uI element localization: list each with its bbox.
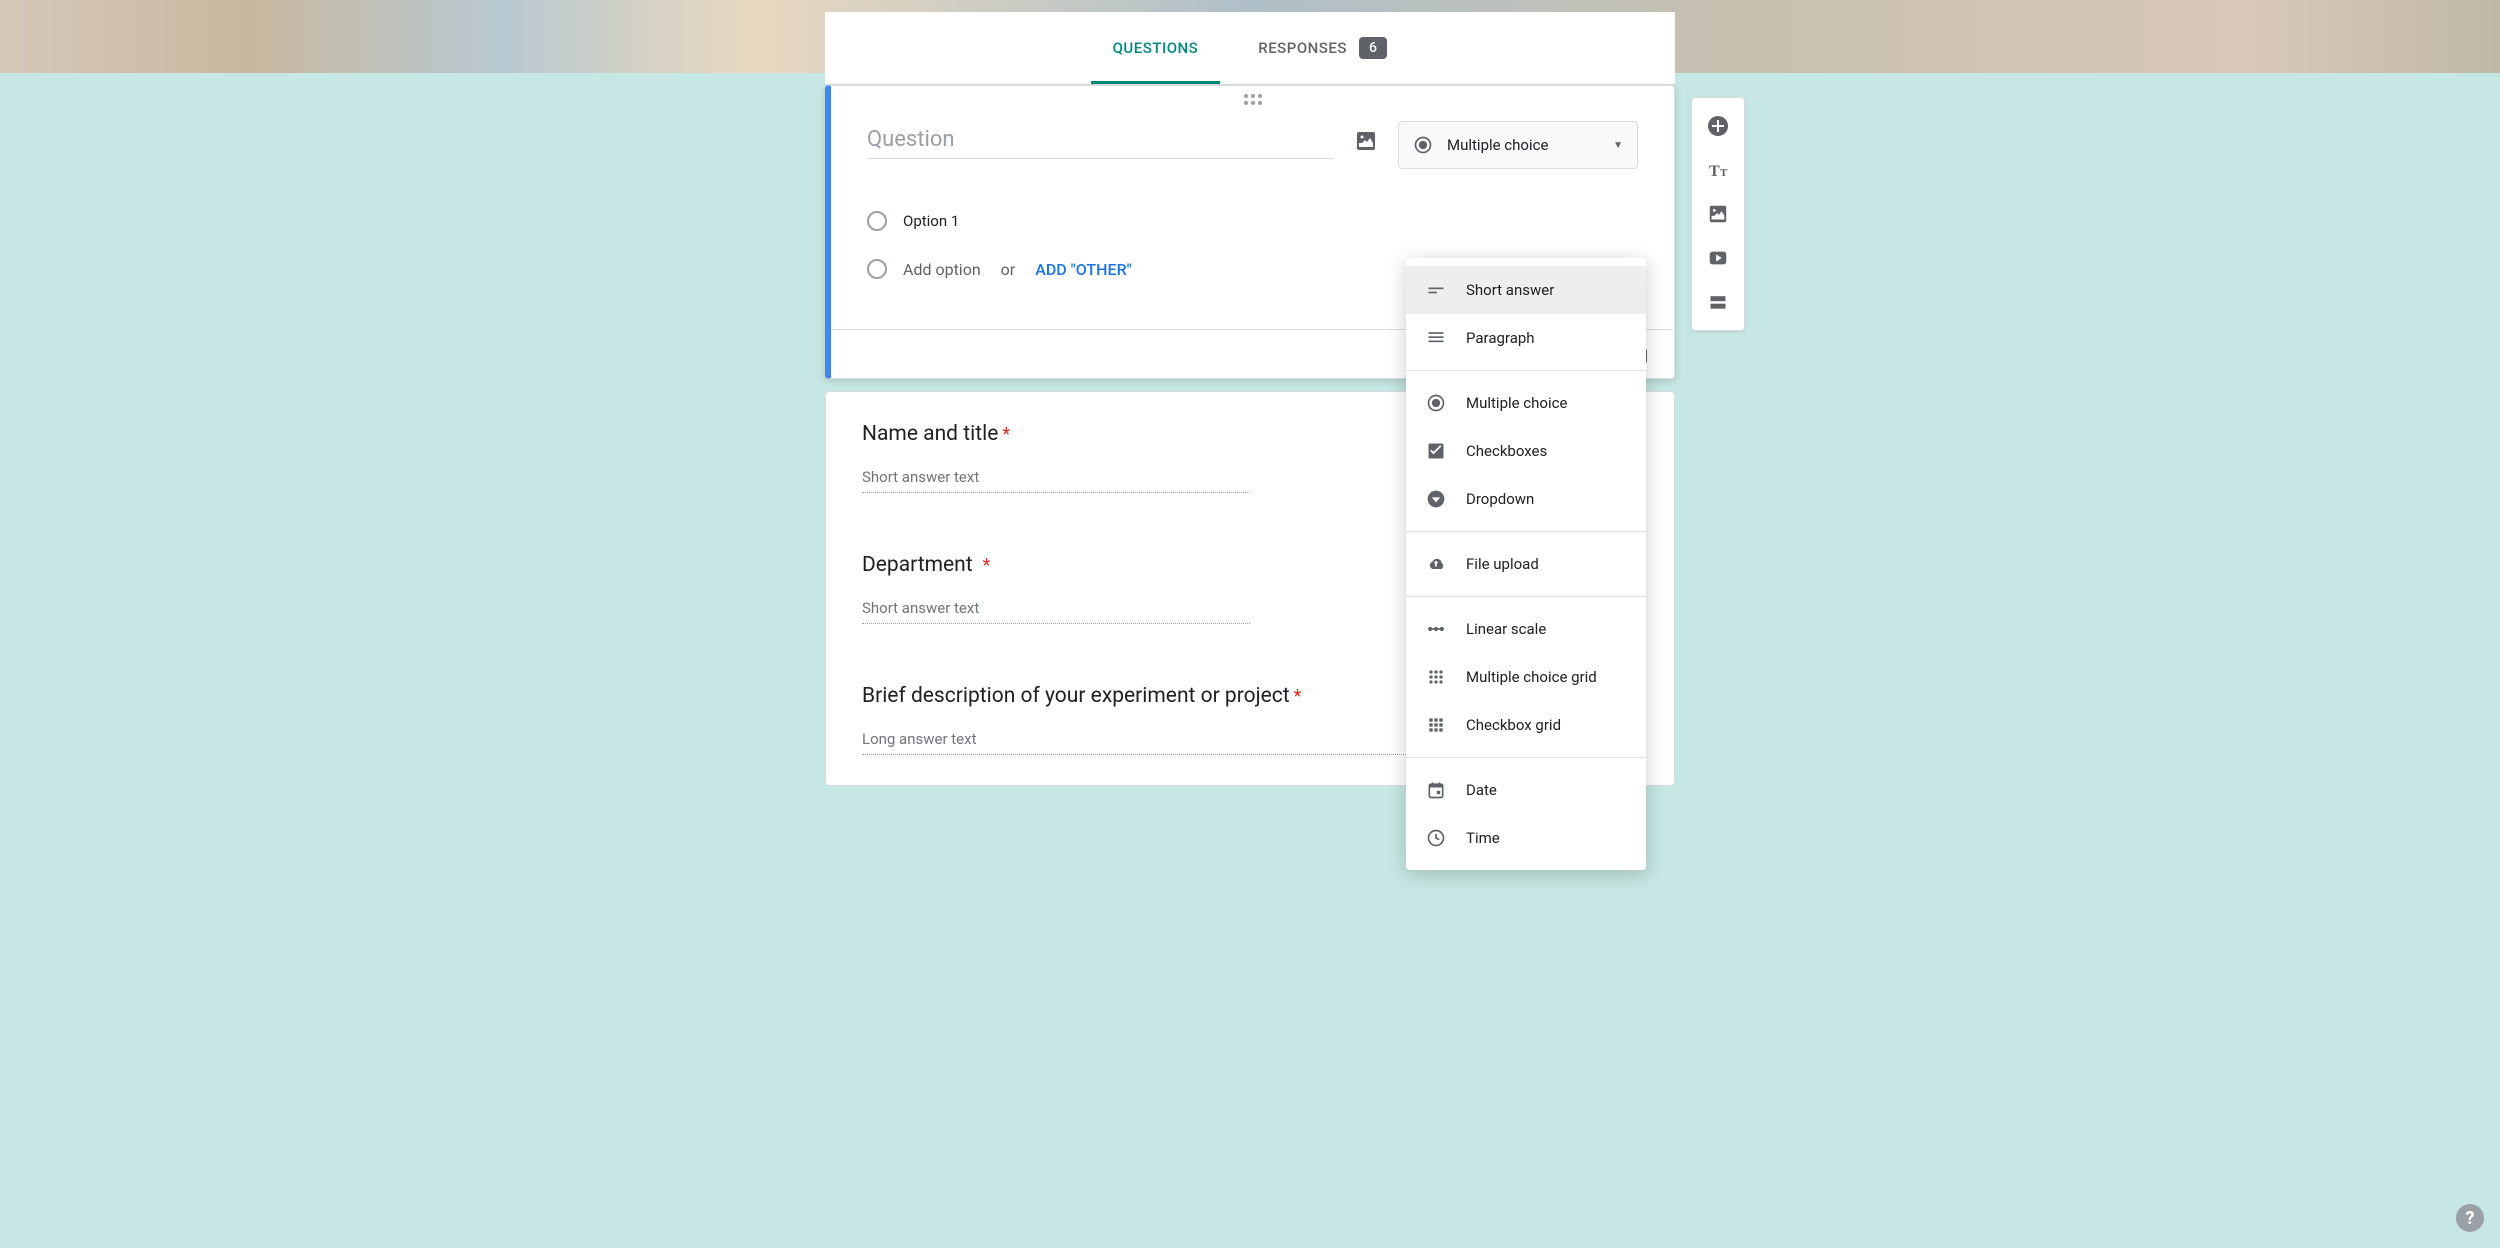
add-video-button[interactable] (1700, 240, 1736, 276)
dropdown-icon (1424, 487, 1448, 511)
menu-checkbox-grid[interactable]: Checkbox grid (1406, 701, 1646, 749)
menu-time[interactable]: Time (1406, 814, 1646, 862)
chevron-down-icon: ▼ (1613, 140, 1623, 151)
add-title-button[interactable]: TT (1700, 152, 1736, 188)
menu-linear-scale[interactable]: Linear scale (1406, 605, 1646, 653)
radio-icon (867, 259, 887, 279)
clock-icon (1424, 826, 1448, 850)
menu-label: Multiple choice (1466, 394, 1567, 412)
drag-handle-icon[interactable] (831, 86, 1674, 109)
svg-text:T: T (1709, 163, 1720, 180)
radio-icon (867, 211, 887, 231)
add-question-button[interactable] (1700, 108, 1736, 144)
menu-label: Multiple choice grid (1466, 668, 1597, 686)
tab-responses-label: RESPONSES (1258, 39, 1347, 57)
checkbox-icon (1424, 439, 1448, 463)
short-answer-placeholder: Short answer text (862, 468, 1250, 493)
side-toolbar: TT (1691, 97, 1745, 331)
short-answer-icon (1424, 278, 1448, 302)
menu-label: Linear scale (1466, 620, 1546, 638)
tab-responses[interactable]: RESPONSES 6 (1228, 12, 1417, 84)
add-section-button[interactable] (1700, 284, 1736, 320)
menu-date[interactable]: Date (1406, 766, 1646, 814)
svg-text:T: T (1720, 167, 1728, 179)
menu-paragraph[interactable]: Paragraph (1406, 314, 1646, 362)
question-title: Brief description of your experiment or … (862, 684, 1290, 708)
menu-label: Checkbox grid (1466, 716, 1561, 734)
radio-icon (1413, 135, 1433, 155)
tabs-bar: QUESTIONS RESPONSES 6 (825, 12, 1675, 85)
menu-multiple-choice-grid[interactable]: Multiple choice grid (1406, 653, 1646, 701)
question-type-dropdown: Short answer Paragraph Multiple choice (1406, 258, 1646, 870)
or-text: or (1001, 260, 1016, 279)
question-title: Department (862, 553, 973, 577)
menu-label: Short answer (1466, 281, 1554, 299)
menu-label: Time (1466, 829, 1500, 847)
help-button[interactable]: ? (2456, 1204, 2484, 1232)
calendar-icon (1424, 778, 1448, 802)
response-count-badge: 6 (1359, 37, 1387, 59)
question-title: Name and title (862, 422, 998, 446)
form-container: QUESTIONS RESPONSES 6 Question Multiple … (825, 85, 1675, 786)
menu-short-answer[interactable]: Short answer (1406, 266, 1646, 314)
add-image-button[interactable] (1700, 196, 1736, 232)
selected-type-label: Multiple choice (1447, 136, 1613, 154)
checkbox-grid-icon (1424, 713, 1448, 737)
required-indicator: * (1002, 424, 1010, 445)
menu-multiple-choice[interactable]: Multiple choice (1406, 379, 1646, 427)
menu-label: Dropdown (1466, 490, 1534, 508)
menu-label: Paragraph (1466, 329, 1535, 347)
mc-grid-icon (1424, 665, 1448, 689)
menu-dropdown[interactable]: Dropdown (1406, 475, 1646, 523)
question-title-input[interactable]: Question (867, 121, 1334, 159)
add-other-button[interactable]: ADD "OTHER" (1035, 260, 1132, 279)
tab-questions[interactable]: QUESTIONS (1083, 12, 1229, 84)
upload-icon (1424, 552, 1448, 576)
option-1-label[interactable]: Option 1 (903, 212, 959, 230)
short-answer-placeholder: Short answer text (862, 599, 1250, 624)
linear-scale-icon (1424, 617, 1448, 641)
menu-checkboxes[interactable]: Checkboxes (1406, 427, 1646, 475)
add-option-button[interactable]: Add option (903, 260, 981, 279)
option-row-1: Option 1 (867, 197, 1638, 245)
radio-icon (1424, 391, 1448, 415)
paragraph-icon (1424, 326, 1448, 350)
question-type-selector[interactable]: Multiple choice ▼ (1398, 121, 1638, 169)
required-indicator: * (1294, 686, 1302, 707)
menu-file-upload[interactable]: File upload (1406, 540, 1646, 588)
required-indicator: * (983, 555, 991, 576)
menu-label: Checkboxes (1466, 442, 1547, 460)
menu-label: File upload (1466, 555, 1539, 573)
menu-label: Date (1466, 781, 1497, 799)
image-icon[interactable] (1354, 129, 1378, 153)
question-editor-card: Question Multiple choice ▼ Option 1 Ad (825, 85, 1675, 379)
